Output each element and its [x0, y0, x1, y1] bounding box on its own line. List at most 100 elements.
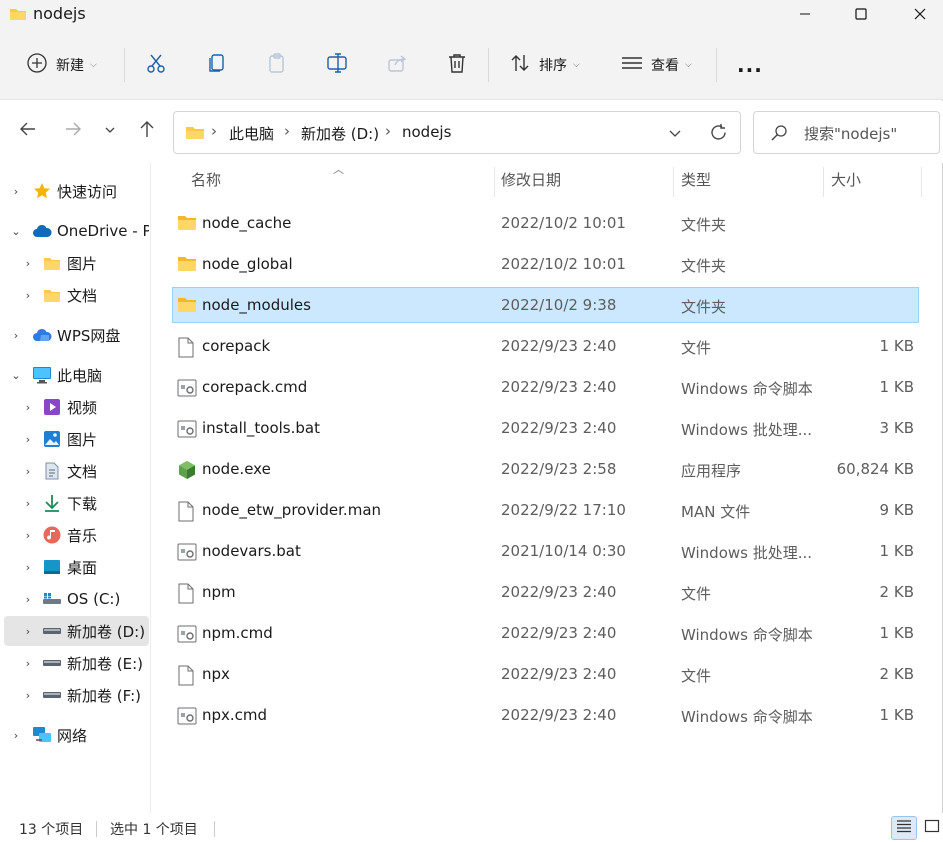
breadcrumb-drive-d[interactable]: 新加卷 (D:) — [301, 123, 379, 144]
sidebar-item-wps-drive[interactable]: › WPS网盘 — [4, 320, 149, 350]
address-history-button[interactable] — [668, 126, 682, 144]
expand-chevron-icon[interactable]: › — [22, 593, 34, 606]
sidebar-item-network[interactable]: › 网络 — [4, 720, 149, 750]
search-icon — [770, 124, 788, 146]
file-type: 文件夹 — [681, 216, 727, 234]
sidebar-item-label: 图片 — [67, 430, 98, 449]
breadcrumb-nodejs[interactable]: nodejs — [402, 123, 451, 141]
expand-chevron-icon[interactable]: › — [22, 465, 34, 478]
sort-button[interactable]: 排序 ⌵ — [509, 42, 580, 88]
file-row-npm-cmd[interactable]: npm.cmd 2022/9/23 2:40 Windows 命令脚本 1 KB — [172, 615, 919, 651]
column-header-type[interactable]: 类型 — [681, 169, 711, 190]
expand-chevron-icon[interactable]: › — [22, 529, 34, 542]
column-header-name[interactable]: 名称 — [191, 169, 221, 190]
music-icon — [42, 525, 62, 545]
script-file-icon — [177, 419, 197, 439]
share-button[interactable] — [386, 42, 408, 88]
file-date: 2022/9/23 2:40 — [501, 706, 617, 724]
file-name: node.exe — [202, 460, 271, 478]
expand-chevron-icon[interactable]: › — [22, 497, 34, 510]
search-box[interactable]: 搜索"nodejs" — [753, 111, 940, 154]
back-button[interactable] — [15, 118, 41, 144]
file-size: 2 KB — [879, 583, 914, 601]
sidebar-item-quick-access[interactable]: › 快速访问 — [4, 176, 149, 206]
network-icon — [32, 725, 52, 745]
sidebar-item-downloads[interactable]: › 下载 — [4, 488, 149, 518]
sidebar-item-drive-f[interactable]: › 新加卷 (F:) — [4, 680, 149, 710]
file-date: 2022/9/23 2:40 — [501, 419, 617, 437]
file-row-node-modules[interactable]: node_modules 2022/10/2 9:38 文件夹 — [172, 287, 919, 323]
file-row-node-global[interactable]: node_global 2022/10/2 10:01 文件夹 — [172, 246, 919, 282]
sidebar-item-label: OneDrive - P — [57, 222, 149, 240]
sidebar-item-desktop[interactable]: › 桌面 — [4, 552, 149, 582]
folder-icon — [9, 6, 27, 26]
file-row-npx[interactable]: npx 2022/9/23 2:40 文件 2 KB — [172, 656, 919, 692]
file-row-node-etw-provider-man[interactable]: node_etw_provider.man 2022/9/22 17:10 MAN … — [172, 492, 919, 528]
file-row-corepack[interactable]: corepack 2022/9/23 2:40 文件 1 KB — [172, 328, 919, 364]
expand-chevron-icon[interactable]: › — [10, 329, 22, 342]
maximize-button[interactable] — [838, 0, 884, 28]
close-button[interactable] — [897, 0, 943, 28]
minimize-button[interactable] — [782, 0, 828, 28]
windows-drive-icon — [42, 589, 62, 609]
sidebar-item-pictures[interactable]: › 图片 — [4, 424, 149, 454]
file-row-node-cache[interactable]: node_cache 2022/10/2 10:01 文件夹 — [172, 205, 919, 241]
file-row-npm[interactable]: npm 2022/9/23 2:40 文件 2 KB — [172, 574, 919, 610]
copy-button[interactable] — [206, 42, 228, 88]
expand-chevron-icon[interactable]: › — [10, 729, 22, 742]
expand-chevron-icon[interactable]: › — [22, 561, 34, 574]
cut-button[interactable] — [145, 42, 167, 88]
breadcrumb-this-pc[interactable]: 此电脑 — [229, 123, 274, 144]
refresh-button[interactable] — [709, 123, 728, 146]
sidebar-item-documents[interactable]: › 文档 — [4, 456, 149, 486]
expand-chevron-icon[interactable]: › — [10, 185, 22, 198]
column-header-date[interactable]: 修改日期 — [501, 169, 561, 190]
delete-button[interactable] — [446, 42, 468, 88]
breadcrumb-separator: › — [385, 122, 391, 140]
arrow-left-icon — [19, 120, 37, 142]
expand-chevron-icon[interactable]: › — [22, 625, 34, 638]
expand-chevron-icon[interactable]: › — [22, 401, 34, 414]
new-button[interactable]: 新建 ⌵ — [26, 42, 97, 88]
file-icon — [177, 665, 197, 686]
sidebar-item-music[interactable]: › 音乐 — [4, 520, 149, 550]
file-row-corepack-cmd[interactable]: corepack.cmd 2022/9/23 2:40 Windows 命令脚本 1 … — [172, 369, 919, 405]
recent-locations-button[interactable] — [97, 118, 123, 144]
file-row-npx-cmd[interactable]: npx.cmd 2022/9/23 2:40 Windows 命令脚本 1 KB — [172, 697, 919, 733]
paste-button[interactable] — [266, 42, 288, 88]
forward-button[interactable] — [60, 118, 86, 144]
collapse-chevron-icon[interactable]: ⌄ — [10, 369, 22, 382]
rename-button[interactable] — [326, 42, 348, 88]
expand-chevron-icon[interactable]: › — [22, 689, 34, 702]
sidebar-item-videos[interactable]: › 视频 — [4, 392, 149, 422]
tiles-view-button[interactable] — [919, 816, 943, 840]
search-placeholder: 搜索"nodejs" — [804, 125, 898, 143]
sidebar-item-onedrive-pictures[interactable]: › 图片 — [4, 248, 149, 278]
file-row-nodevars-bat[interactable]: nodevars.bat 2021/10/14 0:30 Windows 批处理..… — [172, 533, 919, 569]
more-options-button[interactable]: ... — [737, 42, 763, 88]
sort-ascending-icon: ︿ — [333, 163, 344, 176]
sidebar-item-onedrive[interactable]: ⌄ OneDrive - P — [4, 216, 149, 246]
title-bar: nodejs — [0, 0, 943, 30]
sidebar-item-onedrive-documents[interactable]: › 文档 — [4, 280, 149, 310]
file-list: ︿ 名称 修改日期 类型 大小 node_cache 2022/10/2 10:0… — [152, 163, 942, 813]
sidebar-item-drive-c[interactable]: › OS (C:) — [4, 584, 149, 614]
command-bar: 新建 ⌵ 排序 ⌵ 查看 ⌵ ... — [0, 30, 943, 100]
expand-chevron-icon[interactable]: › — [22, 433, 34, 446]
sidebar-item-this-pc[interactable]: ⌄ 此电脑 — [4, 360, 149, 390]
file-name: install_tools.bat — [202, 419, 320, 437]
file-row-node-exe[interactable]: node.exe 2022/9/23 2:58 应用程序 60,824 KB — [172, 451, 919, 487]
expand-chevron-icon[interactable]: › — [22, 257, 34, 270]
file-icon — [177, 583, 197, 604]
address-bar[interactable]: › 此电脑 › 新加卷 (D:) › nodejs — [173, 111, 741, 154]
sidebar-item-drive-e[interactable]: › 新加卷 (E:) — [4, 648, 149, 678]
details-view-button[interactable] — [891, 816, 917, 840]
column-header-size[interactable]: 大小 — [831, 169, 861, 190]
view-button[interactable]: 查看 ⌵ — [621, 42, 692, 88]
up-button[interactable] — [134, 118, 160, 144]
expand-chevron-icon[interactable]: › — [22, 289, 34, 302]
sidebar-item-drive-d[interactable]: › 新加卷 (D:) — [4, 616, 149, 646]
file-row-install-tools-bat[interactable]: install_tools.bat 2022/9/23 2:40 Windows 批… — [172, 410, 919, 446]
collapse-chevron-icon[interactable]: ⌄ — [10, 225, 22, 238]
expand-chevron-icon[interactable]: › — [22, 657, 34, 670]
